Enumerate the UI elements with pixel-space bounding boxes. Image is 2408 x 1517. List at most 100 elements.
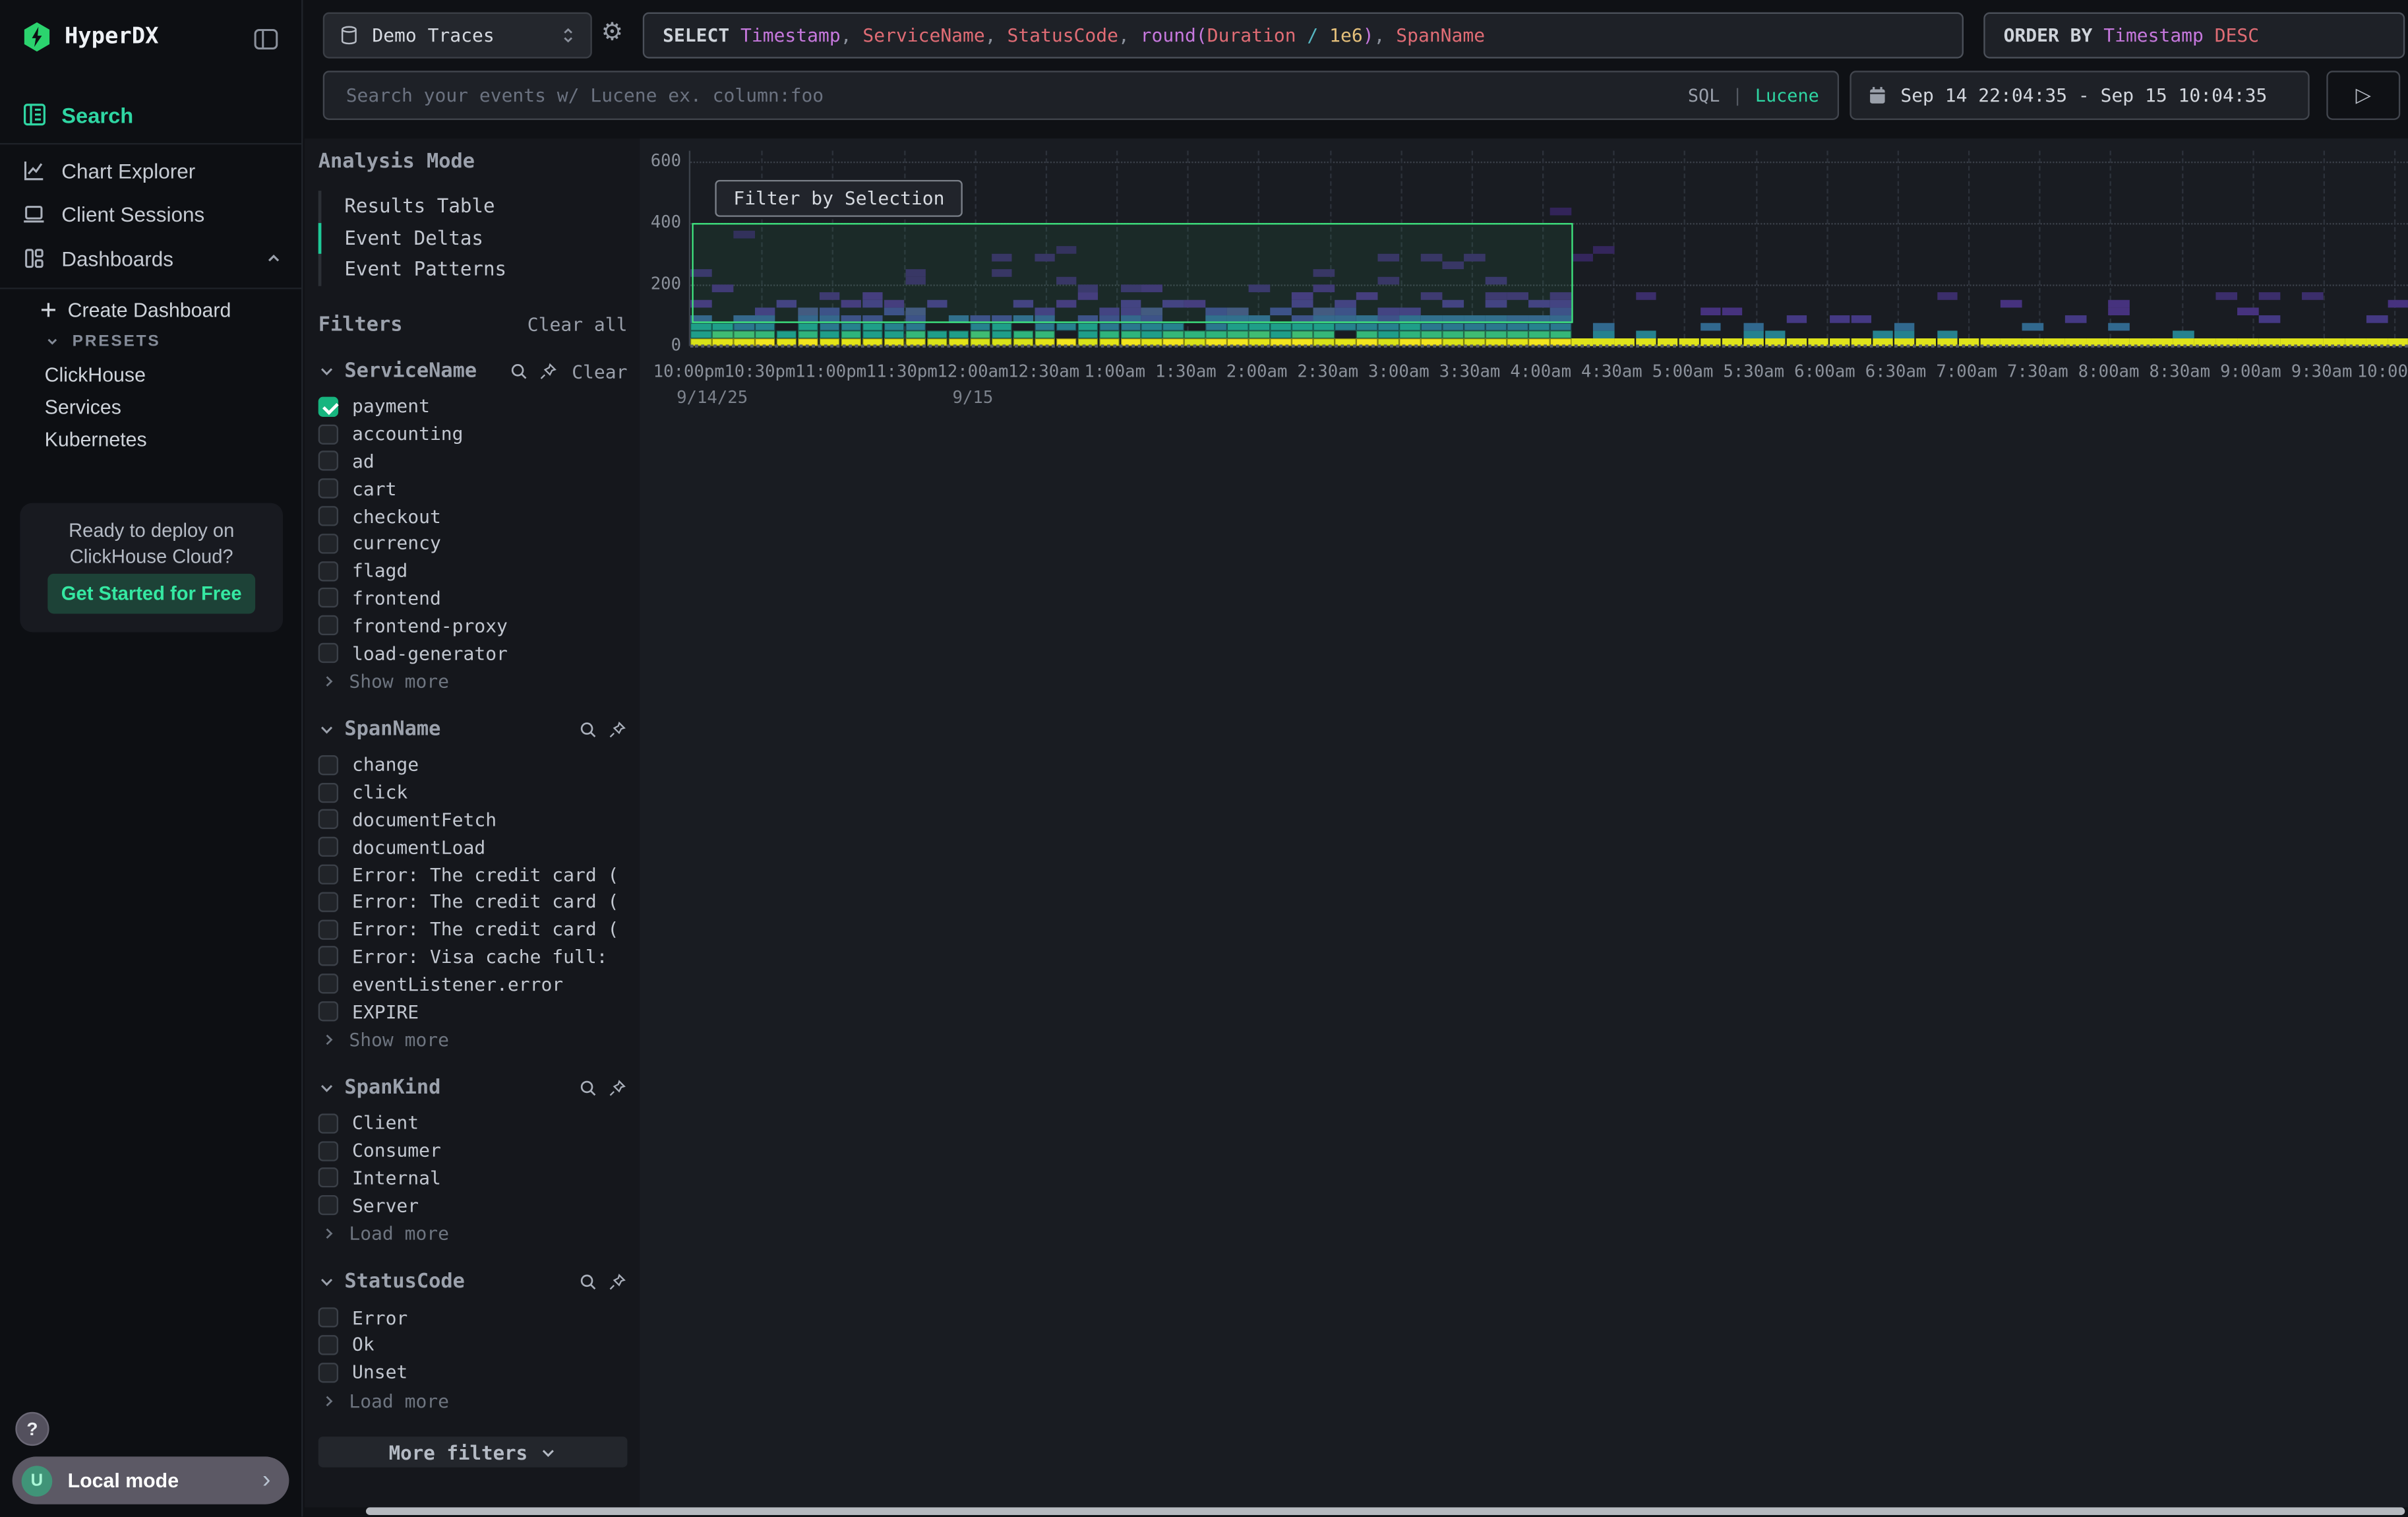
more-filters-button[interactable]: More filters bbox=[318, 1437, 628, 1468]
language-toggle-sql[interactable]: SQL bbox=[1688, 84, 1720, 106]
filter-option[interactable]: ad bbox=[318, 448, 628, 476]
filter-checkbox[interactable] bbox=[318, 892, 338, 912]
filter-option[interactable]: Error: The credit card (… bbox=[318, 888, 628, 916]
filter-option[interactable]: Error: The credit card (… bbox=[318, 861, 628, 888]
run-query-button[interactable]: ▷ bbox=[2326, 71, 2400, 120]
create-dashboard-button[interactable]: Create Dashboard bbox=[40, 298, 231, 321]
filter-option[interactable]: documentLoad bbox=[318, 834, 628, 861]
pin-icon[interactable] bbox=[607, 720, 627, 739]
filter-option[interactable]: Error bbox=[318, 1304, 628, 1332]
filter-option[interactable]: payment bbox=[318, 393, 628, 421]
analysis-mode-item[interactable]: Event Patterns bbox=[321, 254, 627, 286]
filter-checkbox[interactable] bbox=[318, 479, 338, 499]
filter-checkbox[interactable] bbox=[318, 1195, 338, 1215]
filter-option[interactable]: accounting bbox=[318, 420, 628, 448]
filter-checkbox[interactable] bbox=[318, 755, 338, 775]
show-more-button[interactable]: Show more bbox=[318, 668, 628, 695]
time-range-picker[interactable]: Sep 14 22:04:35 - Sep 15 10:04:35 bbox=[1850, 71, 2309, 120]
search-input[interactable] bbox=[343, 83, 1675, 108]
show-more-button[interactable]: Load more bbox=[318, 1388, 628, 1414]
presets-toggle[interactable]: PRESETS bbox=[45, 332, 161, 351]
search-icon[interactable] bbox=[578, 1078, 598, 1098]
filter-option[interactable]: flagd bbox=[318, 557, 628, 585]
filter-checkbox[interactable] bbox=[318, 946, 338, 966]
sidebar-item-search[interactable]: Search bbox=[22, 102, 134, 128]
horizontal-scrollbar-thumb[interactable] bbox=[366, 1507, 2405, 1515]
filter-checkbox[interactable] bbox=[318, 1362, 338, 1382]
filter-checkbox[interactable] bbox=[318, 865, 338, 884]
filter-checkbox[interactable] bbox=[318, 615, 338, 635]
filter-checkbox[interactable] bbox=[318, 1001, 338, 1021]
chevron-down-icon[interactable] bbox=[318, 722, 336, 739]
filter-checkbox[interactable] bbox=[318, 1113, 338, 1133]
language-toggle-lucene[interactable]: Lucene bbox=[1755, 84, 1819, 106]
filter-checkbox[interactable] bbox=[318, 974, 338, 994]
filter-checkbox[interactable] bbox=[318, 782, 338, 802]
filter-section-title[interactable]: SpanName bbox=[344, 718, 568, 741]
filter-option[interactable]: Internal bbox=[318, 1164, 628, 1192]
filter-option[interactable]: click bbox=[318, 779, 628, 807]
filter-option[interactable]: Error: Visa cache full: … bbox=[318, 943, 628, 971]
filter-checkbox[interactable] bbox=[318, 1140, 338, 1160]
filter-checkbox[interactable] bbox=[318, 561, 338, 580]
filter-option[interactable]: eventListener.error bbox=[318, 970, 628, 998]
local-mode-button[interactable]: U Local mode › bbox=[13, 1456, 289, 1504]
filter-option[interactable]: checkout bbox=[318, 503, 628, 530]
help-button[interactable]: ? bbox=[15, 1412, 49, 1446]
filter-option[interactable]: EXPIRE bbox=[318, 998, 628, 1026]
show-more-button[interactable]: Load more bbox=[318, 1221, 628, 1247]
pin-icon[interactable] bbox=[538, 361, 558, 381]
filter-checkbox[interactable] bbox=[318, 837, 338, 857]
sidebar-item-chart-explorer[interactable]: Chart Explorer bbox=[22, 154, 283, 187]
filter-checkbox[interactable] bbox=[318, 1335, 338, 1355]
heatmap-plot-area[interactable]: Filter by Selection bbox=[689, 151, 2408, 346]
filter-option[interactable]: change bbox=[318, 751, 628, 779]
chevron-down-icon[interactable] bbox=[318, 1274, 336, 1291]
filter-section-title[interactable]: SpanKind bbox=[344, 1076, 568, 1099]
filter-checkbox[interactable] bbox=[318, 451, 338, 471]
filter-by-selection-button[interactable]: Filter by Selection bbox=[715, 180, 963, 217]
filter-option[interactable]: Ok bbox=[318, 1331, 628, 1359]
sidebar-item-clickhouse[interactable]: ClickHouse bbox=[45, 363, 146, 386]
filter-option[interactable]: frontend-proxy bbox=[318, 612, 628, 640]
filter-option[interactable]: Unset bbox=[318, 1359, 628, 1386]
filter-option[interactable]: Server bbox=[318, 1192, 628, 1220]
filter-checkbox[interactable] bbox=[318, 506, 338, 526]
pin-icon[interactable] bbox=[607, 1078, 627, 1098]
filter-checkbox[interactable] bbox=[318, 919, 338, 939]
filter-checkbox[interactable] bbox=[318, 534, 338, 553]
search-icon[interactable] bbox=[578, 1272, 598, 1292]
filter-option[interactable]: Client bbox=[318, 1109, 628, 1137]
source-select[interactable]: Demo Traces bbox=[323, 13, 592, 59]
filter-checkbox[interactable] bbox=[318, 1307, 338, 1327]
sidebar-item-dashboards[interactable]: Dashboards bbox=[22, 241, 283, 275]
filter-checkbox[interactable] bbox=[318, 643, 338, 663]
show-more-button[interactable]: Show more bbox=[318, 1026, 628, 1053]
pin-icon[interactable] bbox=[607, 1272, 627, 1292]
filter-checkbox[interactable] bbox=[318, 810, 338, 830]
chevron-down-icon[interactable] bbox=[318, 363, 336, 380]
clear-all-button[interactable]: Clear all bbox=[527, 314, 628, 336]
filter-checkbox[interactable] bbox=[318, 424, 338, 444]
gear-icon[interactable]: ⚙ bbox=[601, 20, 623, 44]
filter-option[interactable]: currency bbox=[318, 530, 628, 557]
filter-section-title[interactable]: ServiceName bbox=[344, 360, 499, 383]
sidebar-item-client-sessions[interactable]: Client Sessions bbox=[22, 197, 283, 230]
clear-filter-button[interactable]: Clear bbox=[572, 361, 627, 383]
filter-option[interactable]: Consumer bbox=[318, 1137, 628, 1165]
filter-section-title[interactable]: StatusCode bbox=[344, 1271, 568, 1294]
filter-option[interactable]: load-generator bbox=[318, 639, 628, 667]
filter-checkbox[interactable] bbox=[318, 1168, 338, 1188]
analysis-mode-item[interactable]: Results Table bbox=[321, 191, 627, 222]
filter-option[interactable]: frontend bbox=[318, 584, 628, 612]
chevron-down-icon[interactable] bbox=[318, 1080, 336, 1097]
filter-option[interactable]: documentFetch bbox=[318, 806, 628, 834]
sidebar-collapse-icon[interactable] bbox=[254, 28, 278, 51]
order-by-input[interactable]: ORDER BY Timestamp DESC bbox=[1983, 13, 2405, 59]
sidebar-item-services[interactable]: Services bbox=[45, 395, 121, 418]
get-started-button[interactable]: Get Started for Free bbox=[47, 574, 255, 614]
search-icon[interactable] bbox=[578, 720, 598, 739]
selection-rectangle[interactable] bbox=[692, 223, 1573, 323]
filter-checkbox[interactable] bbox=[318, 588, 338, 608]
filter-option[interactable]: cart bbox=[318, 475, 628, 503]
